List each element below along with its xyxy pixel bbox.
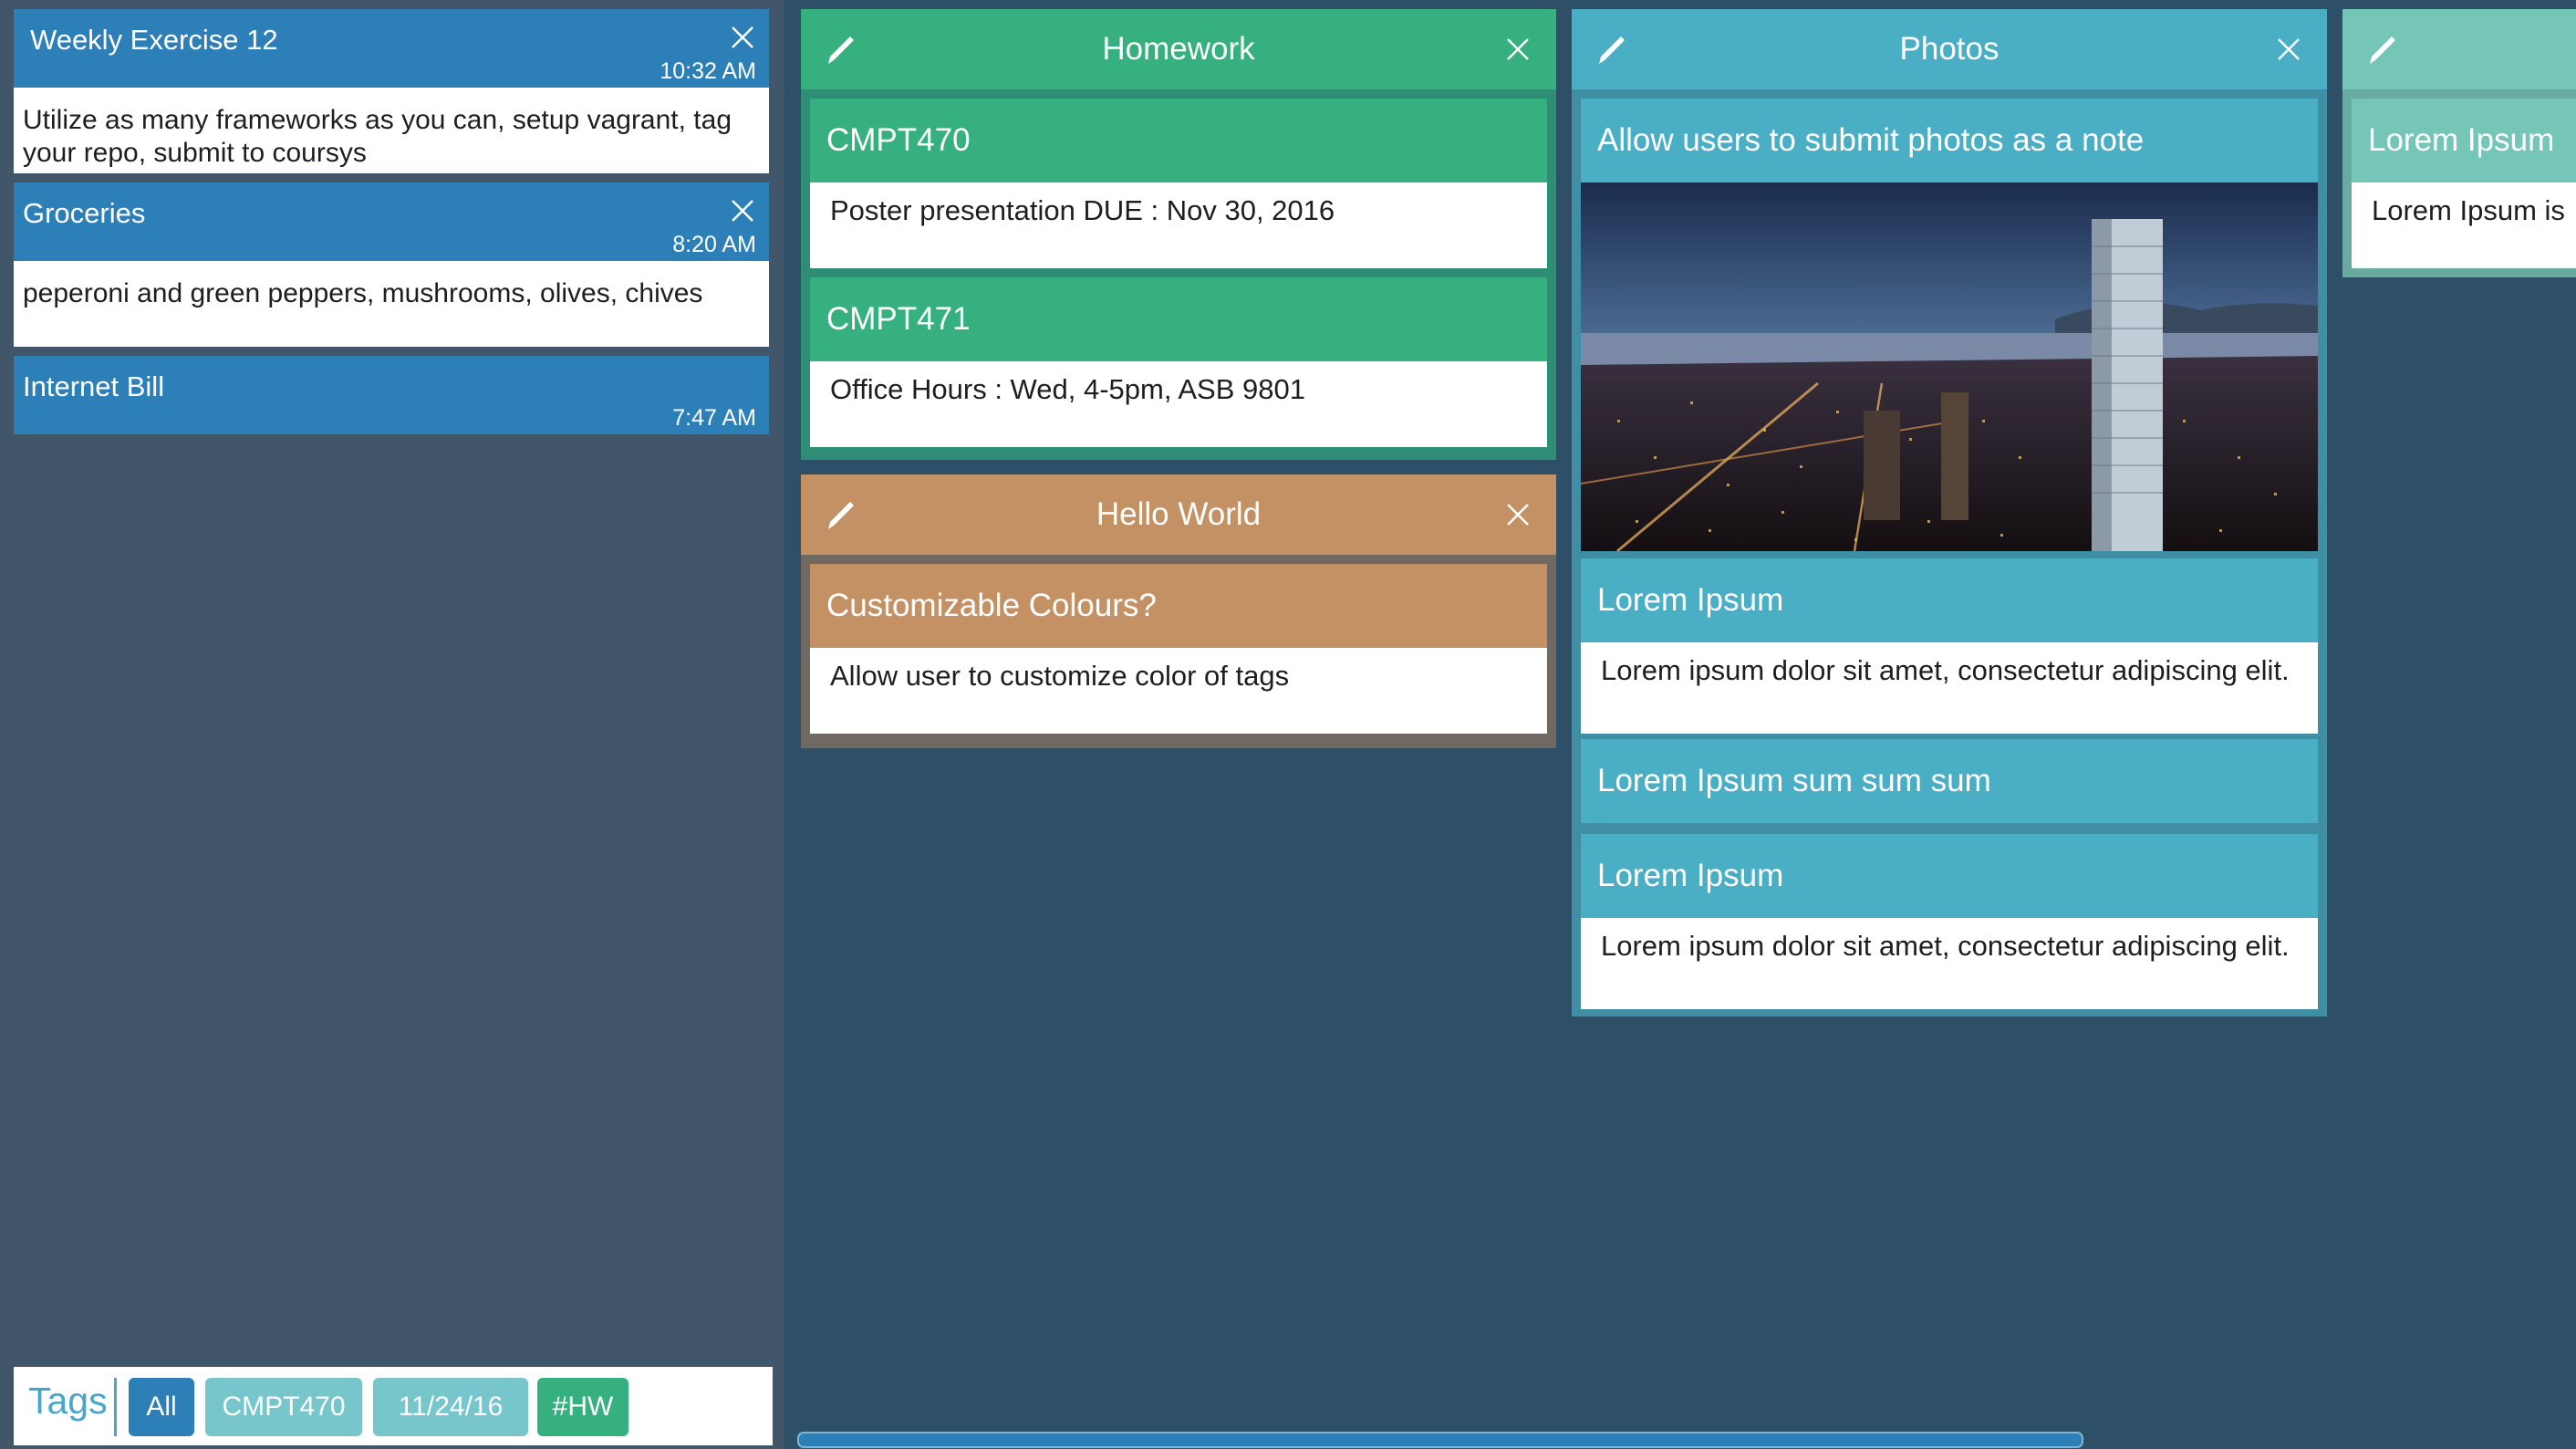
note-card[interactable]: Lorem Ipsum Lorem ipsum dolor sit amet, … — [1581, 558, 2318, 734]
note-body: peperoni and green peppers, mushrooms, o… — [14, 261, 769, 347]
board-header: Hello World — [801, 474, 1556, 555]
board-header — [2342, 9, 2576, 89]
card-title: Allow users to submit photos as a note — [1581, 99, 2318, 182]
note-card[interactable]: Customizable Colours? Allow user to cust… — [810, 564, 1547, 734]
note-card[interactable]: CMPT470 Poster presentation DUE : Nov 30… — [810, 99, 1547, 268]
card-title: CMPT470 — [810, 99, 1547, 182]
close-icon[interactable] — [729, 197, 756, 224]
note-card[interactable]: Lorem Ipsum sum sum sum — [1581, 739, 2318, 823]
board-title: Hello World — [1096, 496, 1262, 532]
card-body: Lorem Ipsum is — [2352, 182, 2576, 268]
tags-label: Tags — [28, 1380, 108, 1422]
note-card[interactable]: Weekly Exercise 12 10:32 AM Utilize as m… — [14, 9, 769, 173]
card-body: Allow user to customize color of tags — [810, 648, 1547, 734]
note-card[interactable]: Groceries 8:20 AM peperoni and green pep… — [14, 182, 769, 347]
city-photo — [1581, 182, 2318, 551]
card-title: Lorem Ipsum sum sum sum — [1581, 739, 2318, 823]
card-title: Customizable Colours? — [810, 564, 1547, 648]
board-title: Homework — [1102, 31, 1255, 67]
tags-bar: Tags All CMPT470 11/24/16 #HW — [14, 1367, 773, 1445]
card-body: Lorem ipsum dolor sit amet, consectetur … — [1581, 642, 2318, 734]
photo-note-card[interactable]: Allow users to submit photos as a note — [1581, 99, 2318, 551]
card-body: Lorem ipsum dolor sit amet, consectetur … — [1581, 918, 2318, 1009]
card-title: Lorem Ipsum — [2352, 99, 2576, 182]
board-header: Photos — [1572, 9, 2327, 89]
board-title: Photos — [1899, 31, 2000, 67]
tag-date[interactable]: 11/24/16 — [373, 1378, 528, 1436]
note-time: 10:32 AM — [660, 58, 756, 84]
note-title: Internet Bill — [23, 370, 165, 402]
tag-all[interactable]: All — [129, 1378, 194, 1436]
board-partial: Lorem Ipsum Lorem Ipsum is — [2342, 9, 2576, 277]
close-icon[interactable] — [2276, 36, 2301, 62]
notes-sidebar: Weekly Exercise 12 10:32 AM Utilize as m… — [0, 0, 784, 1449]
card-title: Lorem Ipsum — [1581, 558, 2318, 642]
note-card[interactable]: CMPT471 Office Hours : Wed, 4-5pm, ASB 9… — [810, 277, 1547, 447]
card-body: Poster presentation DUE : Nov 30, 2016 — [810, 182, 1547, 268]
note-card[interactable]: Internet Bill 7:47 AM — [14, 356, 769, 434]
note-card[interactable]: Lorem Ipsum Lorem Ipsum is — [2352, 99, 2576, 268]
card-title: CMPT471 — [810, 277, 1547, 361]
note-header: Weekly Exercise 12 10:32 AM — [14, 9, 769, 88]
note-time: 7:47 AM — [672, 405, 756, 431]
close-icon[interactable] — [729, 24, 756, 51]
horizontal-scrollbar-thumb[interactable] — [797, 1432, 2083, 1448]
note-title: Groceries — [23, 197, 146, 229]
pencil-icon[interactable] — [2364, 31, 2401, 68]
board-header: Homework — [801, 9, 1556, 89]
board-homework: Homework CMPT470 Poster presentation DUE… — [801, 9, 1556, 460]
board-photos: Photos Allow users to submit photos as a… — [1572, 9, 2327, 1016]
note-card[interactable]: Lorem Ipsum Lorem ipsum dolor sit amet, … — [1581, 834, 2318, 1009]
note-header: Groceries 8:20 AM — [14, 182, 769, 261]
tag-hw[interactable]: #HW — [537, 1378, 628, 1436]
board-hello-world: Hello World Customizable Colours? Allow … — [801, 474, 1556, 748]
note-time: 8:20 AM — [672, 232, 756, 257]
card-title: Lorem Ipsum — [1581, 834, 2318, 918]
note-title: Weekly Exercise 12 — [30, 24, 278, 56]
close-icon[interactable] — [1505, 36, 1531, 62]
note-header: Internet Bill 7:47 AM — [14, 356, 769, 434]
card-body: Office Hours : Wed, 4-5pm, ASB 9801 — [810, 361, 1547, 447]
close-icon[interactable] — [1505, 502, 1531, 527]
note-body: Utilize as many frameworks as you can, s… — [14, 88, 769, 173]
tag-cmpt470[interactable]: CMPT470 — [205, 1378, 362, 1436]
tags-divider — [114, 1378, 117, 1436]
